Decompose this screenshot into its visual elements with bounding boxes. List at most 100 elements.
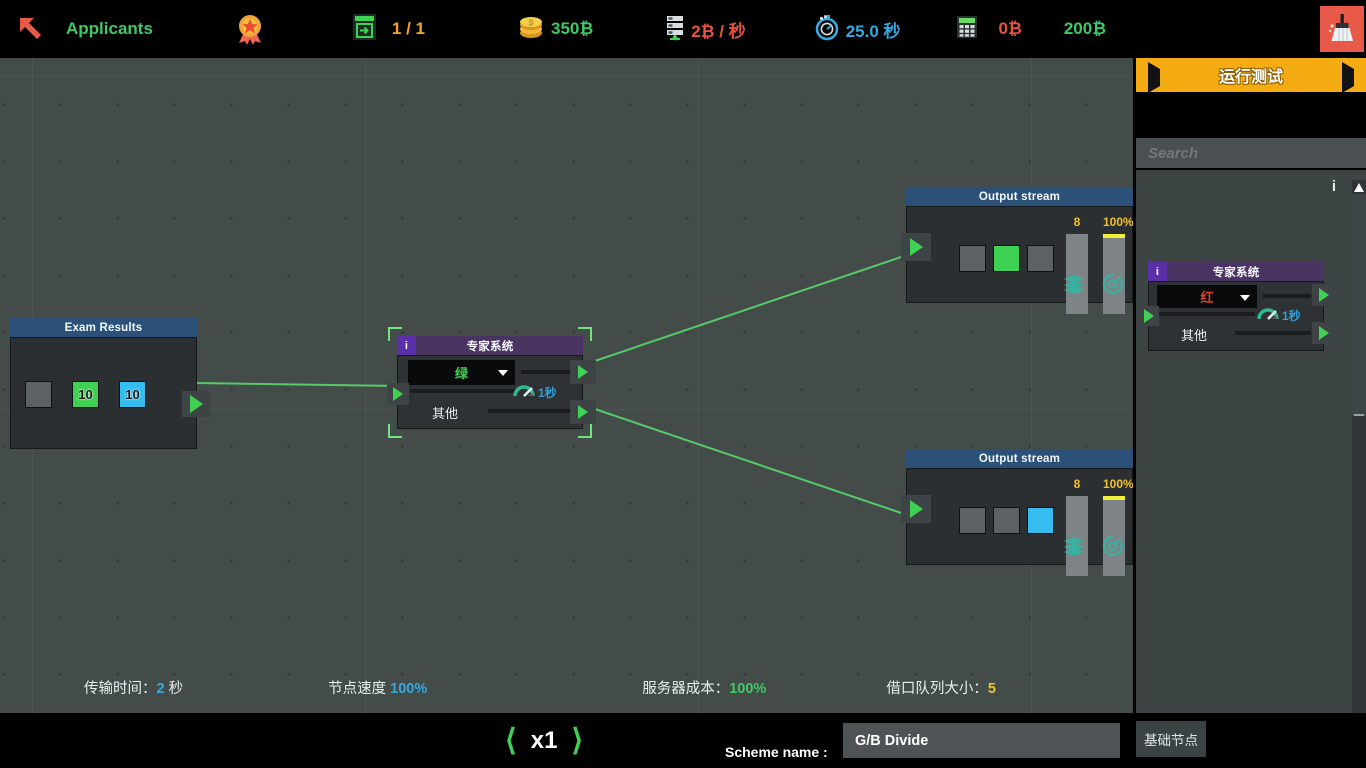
scheme-name-input[interactable]: G/B Divide [843, 723, 1120, 758]
chevron-left-icon[interactable]: ⟨ [505, 726, 517, 756]
output-port-other[interactable] [1312, 322, 1336, 344]
stat-value: 100% [729, 681, 766, 697]
scrollbar-thumb-grip [1354, 414, 1364, 416]
tab-basic-nodes[interactable]: 基础节点 [1136, 721, 1206, 757]
target-icon[interactable] [1102, 535, 1124, 562]
layers-icon[interactable] [1062, 535, 1086, 562]
output-slot-1[interactable] [959, 507, 986, 534]
gauge-value: 1秒 [538, 384, 557, 401]
node-expert-system[interactable]: i 专家系统 绿 [397, 336, 583, 429]
node-title: Output stream [906, 449, 1133, 468]
node-header: i 专家系统 [397, 336, 583, 355]
rate-indicator: 2₿ / 秒 [663, 0, 745, 58]
output-slot-row [959, 507, 1054, 534]
slot-count: 10 [78, 387, 92, 402]
scheme-name-value: G/B Divide [855, 733, 928, 749]
input-port[interactable] [901, 233, 931, 261]
input-port[interactable] [1139, 306, 1159, 326]
chevron-right-icon[interactable]: ⟩ [571, 726, 583, 756]
top-status-bar: Applicants [0, 0, 1366, 58]
triangle-up-icon[interactable] [1354, 183, 1364, 192]
back-button[interactable] [0, 0, 48, 58]
play-arrow-icon [1148, 69, 1160, 87]
node-graph-canvas[interactable]: Exam Results 10 10 [0, 58, 1133, 713]
exam-slot-green[interactable]: 10 [72, 381, 99, 408]
back-arrow-icon [14, 12, 48, 46]
play-arrow-icon [190, 395, 203, 413]
canvas-stats-bar: 传输时间：2 秒 节点速度 100% 服务器成本：100% 借口队列大小：5 [0, 661, 1133, 713]
gauge-value: 1秒 [1282, 307, 1301, 324]
output-wire-bottom [1235, 331, 1311, 335]
stat-label: 服务器成本： [642, 681, 729, 697]
input-wire [1159, 312, 1255, 316]
output-port-match[interactable] [1312, 284, 1336, 306]
target-icon[interactable] [1102, 273, 1124, 300]
node-body: 红 [1148, 281, 1324, 351]
layers-icon[interactable] [1062, 273, 1086, 300]
palette-info-button[interactable]: i [1332, 178, 1336, 195]
node-title: 专家系统 [1213, 264, 1260, 280]
stat-node-speed: 节点速度 100% [328, 677, 427, 698]
play-arrow-icon [1319, 326, 1329, 340]
palette-item-expert-system[interactable]: i 专家系统 红 [1148, 262, 1324, 351]
exam-slot-row: 10 10 [25, 381, 146, 408]
output-slot-3[interactable] [1027, 245, 1054, 272]
server-rack-icon [663, 13, 689, 46]
play-arrow-icon [910, 500, 923, 518]
exam-slot-empty[interactable] [25, 381, 52, 408]
broom-icon [1327, 11, 1357, 48]
node-output-stream-bottom[interactable]: Output stream 8 100% [906, 449, 1133, 565]
play-arrow-icon [1144, 309, 1154, 323]
tab-label: 基础节点 [1144, 729, 1198, 749]
dropdown-value: 绿 [455, 363, 468, 382]
stat-value: 100% [390, 681, 427, 697]
node-output-stream-top[interactable]: Output stream 8 100% [906, 187, 1133, 303]
level-value: 1 / 1 [392, 19, 425, 39]
play-arrow-icon [578, 405, 588, 419]
page-title: Applicants [66, 0, 153, 58]
output-port-match[interactable] [570, 360, 596, 384]
output-icon-row [1062, 535, 1124, 562]
calc-value: 0₿ [999, 19, 1022, 39]
coin-stack-icon: ₿ [517, 13, 545, 46]
scrollbar-thumb[interactable] [1352, 194, 1366, 416]
color-filter-dropdown[interactable]: 红 [1157, 285, 1257, 308]
node-title: Exam Results [10, 318, 197, 337]
node-body: 8 100% [906, 206, 1133, 303]
color-filter-dropdown[interactable]: 绿 [408, 360, 515, 385]
processing-time-gauge[interactable]: 1秒 [1257, 304, 1301, 327]
stopwatch-icon [814, 13, 840, 46]
output-slot-row [959, 245, 1054, 272]
input-port[interactable] [387, 383, 409, 405]
exam-slot-blue[interactable]: 10 [119, 381, 146, 408]
stat-transfer-time: 传输时间：2 秒 [84, 677, 183, 698]
throughput-value: 8 [1066, 215, 1088, 229]
node-palette: i i 专家系统 红 [1136, 170, 1366, 713]
other-branch-label: 其他 [1181, 325, 1207, 344]
stat-label: 节点速度 [328, 681, 390, 697]
clear-all-button[interactable] [1320, 6, 1364, 52]
processing-time-gauge[interactable]: 1秒 [513, 381, 557, 404]
palette-scrollbar[interactable] [1352, 180, 1366, 713]
node-exam-results[interactable]: Exam Results 10 10 [10, 318, 197, 449]
timer-indicator: 25.0 秒 [814, 0, 901, 58]
stat-label: 传输时间： [84, 681, 157, 697]
output-port-other[interactable] [570, 400, 596, 424]
search-input[interactable] [1148, 145, 1348, 162]
svg-text:₿: ₿ [529, 19, 534, 27]
node-title: Output stream [906, 187, 1133, 206]
run-test-button[interactable]: 运行测试 [1136, 58, 1366, 92]
play-arrow-icon [578, 365, 588, 379]
input-port[interactable] [901, 495, 931, 523]
output-slot-2[interactable] [993, 245, 1020, 272]
output-slot-3[interactable] [1027, 507, 1054, 534]
info-button[interactable]: i [397, 336, 416, 355]
stat-queue-size: 借口队列大小：5 [886, 677, 996, 698]
bar-fill [1103, 496, 1125, 500]
search-field[interactable] [1136, 138, 1366, 168]
output-slot-1[interactable] [959, 245, 986, 272]
output-port[interactable] [182, 391, 210, 417]
output-slot-2[interactable] [993, 507, 1020, 534]
rank-medal [233, 0, 267, 58]
info-button[interactable]: i [1148, 262, 1167, 281]
